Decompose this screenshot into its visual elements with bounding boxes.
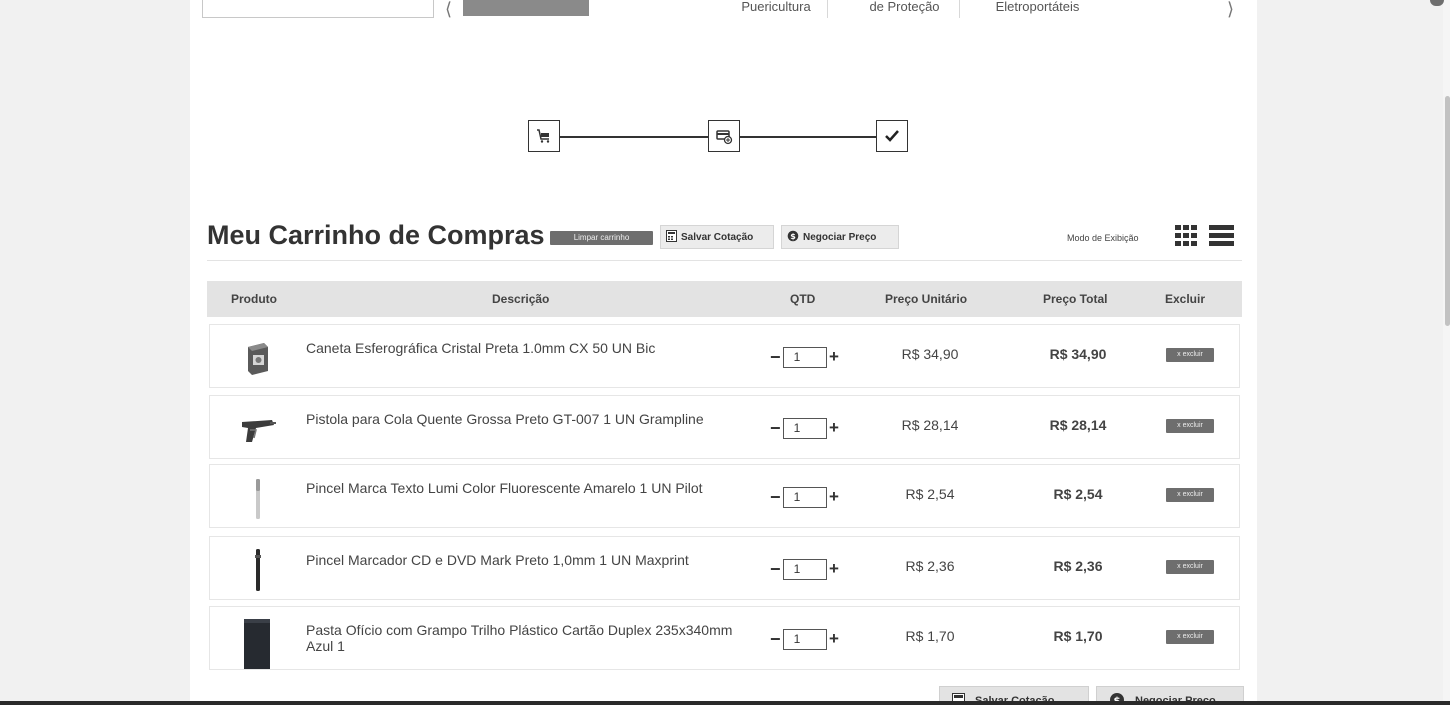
total-price: R$ 2,54 — [1053, 486, 1103, 502]
nav-category-active[interactable] — [463, 0, 589, 16]
product-description[interactable]: Caneta Esferográfica Cristal Preta 1.0mm… — [306, 340, 746, 356]
top-nav: ⟨ Puericultura de Proteção Eletroportáte… — [190, 0, 1257, 22]
qty-input[interactable]: 1 — [783, 487, 827, 508]
calculator-icon — [666, 229, 677, 245]
checkmark-icon — [876, 120, 908, 152]
svg-text:$: $ — [790, 232, 796, 241]
clear-cart-button[interactable]: Limpar carrinho — [550, 231, 653, 245]
total-price: R$ 28,14 — [1049, 417, 1107, 433]
negotiate-price-button[interactable]: $ Negociar Preço — [781, 225, 899, 249]
qty-increase-button[interactable]: + — [829, 416, 842, 440]
qty-decrease-button[interactable]: − — [770, 416, 783, 440]
quantity-stepper: − 1 + — [770, 557, 850, 581]
list-view-icon[interactable] — [1208, 221, 1235, 251]
taskbar-edge — [0, 701, 1450, 705]
cart-icon — [528, 120, 560, 152]
col-total-price: Preço Total — [1043, 292, 1108, 306]
save-quote-label: Salvar Cotação — [681, 231, 754, 243]
remove-item-button[interactable]: x excluir — [1166, 560, 1214, 574]
col-remove: Excluir — [1165, 292, 1206, 306]
scrollbar-thumb[interactable] — [1445, 96, 1450, 326]
quantity-stepper: − 1 + — [770, 485, 850, 509]
qty-increase-button[interactable]: + — [829, 485, 842, 509]
negotiate-label: Negociar Preço — [803, 231, 877, 243]
coin-icon: $ — [787, 230, 799, 245]
table-row: Caneta Esferográfica Cristal Preta 1.0mm… — [209, 324, 1240, 388]
product-image[interactable] — [234, 617, 280, 669]
unit-price: R$ 1,70 — [905, 628, 955, 644]
cart-page: ⟨ Puericultura de Proteção Eletroportáte… — [190, 0, 1257, 705]
qty-decrease-button[interactable]: − — [770, 485, 783, 509]
col-product: Produto — [231, 292, 277, 306]
product-image[interactable] — [234, 335, 280, 381]
unit-price: R$ 2,36 — [905, 558, 955, 574]
checkout-steps — [528, 120, 918, 160]
payment-card-icon — [708, 120, 740, 152]
product-image[interactable] — [234, 406, 280, 452]
product-image[interactable] — [234, 475, 280, 521]
nav-category-protecao[interactable]: de Proteção — [850, 0, 960, 18]
grid-view-icon[interactable] — [1173, 221, 1200, 251]
table-row: Pincel Marca Texto Lumi Color Fluorescen… — [209, 464, 1240, 528]
col-qty: QTD — [790, 292, 816, 306]
table-row: Pincel Marcador CD e DVD Mark Preto 1,0m… — [209, 536, 1240, 600]
qty-input[interactable]: 1 — [783, 347, 827, 368]
qty-input[interactable]: 1 — [783, 559, 827, 580]
remove-item-button[interactable]: x excluir — [1166, 419, 1214, 433]
nav-next-icon[interactable]: ⟩ — [1227, 0, 1234, 18]
total-price: R$ 2,36 — [1053, 558, 1103, 574]
qty-decrease-button[interactable]: − — [770, 627, 783, 651]
total-price: R$ 1,70 — [1053, 628, 1103, 644]
corner-indicator — [1430, 0, 1444, 6]
qty-input[interactable]: 1 — [783, 418, 827, 439]
product-image[interactable] — [234, 547, 280, 593]
nav-category-puericultura[interactable]: Puericultura — [725, 0, 828, 18]
cart-header: Meu Carrinho de Compras Limpar carrinho … — [207, 220, 1242, 256]
nav-category-eletroportateis[interactable]: Eletroportáteis — [980, 0, 1095, 18]
search-input[interactable] — [202, 0, 434, 18]
step-connector — [740, 136, 876, 138]
save-quote-button[interactable]: Salvar Cotação — [660, 225, 774, 249]
remove-item-button[interactable]: x excluir — [1166, 630, 1214, 644]
unit-price: R$ 28,14 — [901, 417, 959, 433]
product-description[interactable]: Pistola para Cola Quente Grossa Preto GT… — [306, 411, 746, 427]
unit-price: R$ 2,54 — [905, 486, 955, 502]
product-description[interactable]: Pincel Marca Texto Lumi Color Fluorescen… — [306, 480, 746, 496]
remove-item-button[interactable]: x excluir — [1166, 488, 1214, 502]
qty-increase-button[interactable]: + — [829, 345, 842, 369]
divider — [207, 260, 1242, 261]
product-description[interactable]: Pincel Marcador CD e DVD Mark Preto 1,0m… — [306, 552, 746, 568]
page-title: Meu Carrinho de Compras — [207, 220, 545, 250]
nav-prev-icon[interactable]: ⟨ — [445, 0, 452, 18]
step-connector — [560, 136, 708, 138]
cart-table-header: Produto Descrição QTD Preço Unitário Pre… — [207, 281, 1242, 317]
quantity-stepper: − 1 + — [770, 416, 850, 440]
total-price: R$ 34,90 — [1049, 346, 1107, 362]
col-unit-price: Preço Unitário — [885, 292, 968, 306]
qty-decrease-button[interactable]: − — [770, 345, 783, 369]
remove-item-button[interactable]: x excluir — [1166, 348, 1214, 362]
col-description: Descrição — [492, 292, 550, 306]
qty-input[interactable]: 1 — [783, 629, 827, 650]
unit-price: R$ 34,90 — [901, 346, 959, 362]
qty-increase-button[interactable]: + — [829, 557, 842, 581]
quantity-stepper: − 1 + — [770, 345, 850, 369]
table-row: Pistola para Cola Quente Grossa Preto GT… — [209, 395, 1240, 459]
quantity-stepper: − 1 + — [770, 627, 850, 651]
view-mode-label: Modo de Exibição — [1067, 233, 1139, 243]
table-row: Pasta Ofício com Grampo Trilho Plástico … — [209, 606, 1240, 670]
qty-increase-button[interactable]: + — [829, 627, 842, 651]
product-description[interactable]: Pasta Ofício com Grampo Trilho Plástico … — [306, 622, 746, 654]
qty-decrease-button[interactable]: − — [770, 557, 783, 581]
